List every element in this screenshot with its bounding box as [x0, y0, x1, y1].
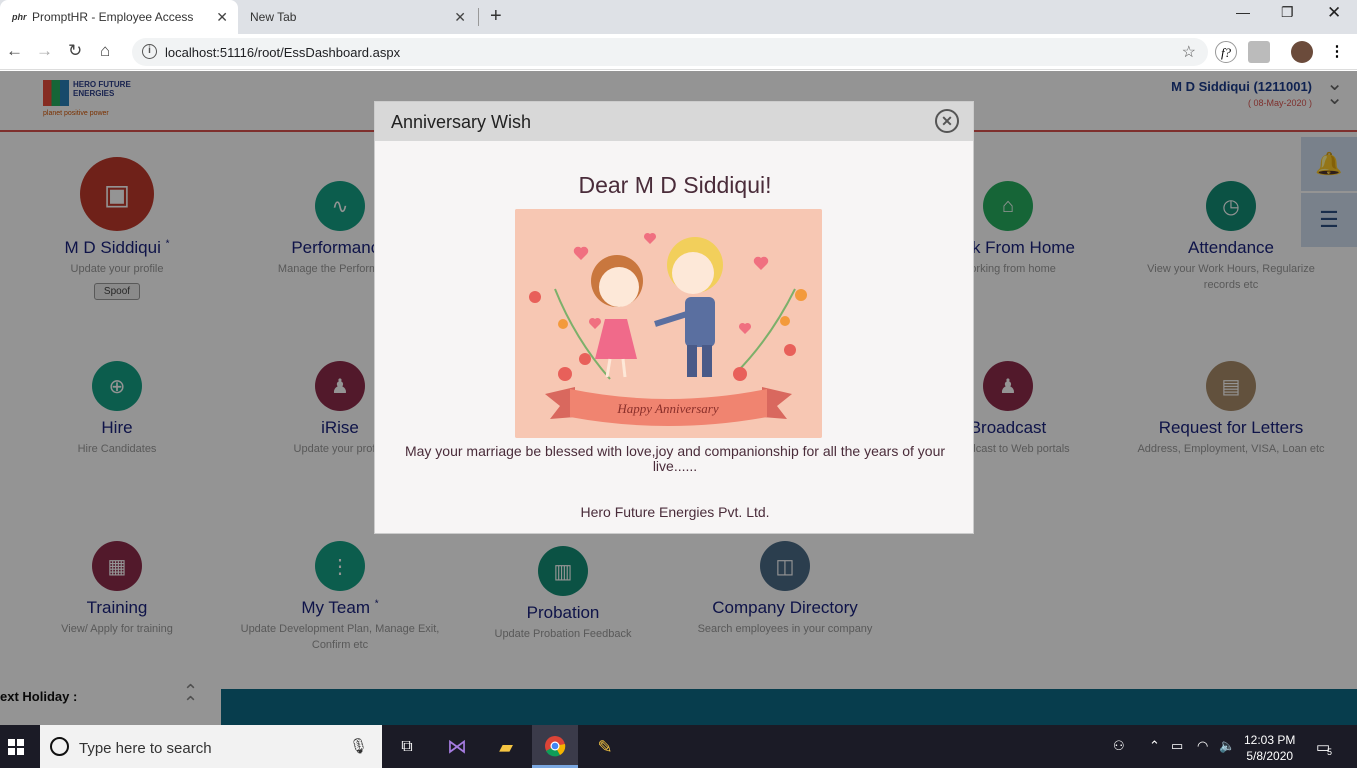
address-bar[interactable]: i localhost:51116/root/EssDashboard.aspx…: [132, 38, 1208, 66]
people-icon[interactable]: ⚇: [1113, 738, 1125, 754]
browser-toolbar: ← → ↻ ⌂ i localhost:51116/root/EssDashbo…: [0, 34, 1357, 70]
reload-icon[interactable]: ↻: [68, 41, 82, 61]
url-text: localhost:51116/root/EssDashboard.aspx: [165, 45, 401, 60]
favicon-icon: phr: [12, 12, 27, 22]
back-icon[interactable]: ←: [6, 41, 23, 61]
battery-icon[interactable]: ▭: [1171, 738, 1183, 754]
dashboard-page: HERO FUTURE ENERGIES planet positive pow…: [0, 71, 1357, 725]
minimize-icon[interactable]: —: [1236, 4, 1250, 20]
modal-header: Anniversary Wish ✕: [375, 102, 973, 141]
profile-avatar-icon[interactable]: [1291, 41, 1313, 63]
forward-icon[interactable]: →: [36, 41, 53, 61]
search-placeholder: Type here to search: [79, 740, 212, 757]
tab-label: New Tab: [250, 10, 297, 24]
chrome-icon[interactable]: [542, 735, 568, 759]
pinned-app-icon[interactable]: ✎: [592, 735, 618, 759]
notification-count: 5: [1327, 747, 1333, 757]
extension-icon[interactable]: [1248, 41, 1270, 63]
show-hidden-icons-icon[interactable]: ⌃: [1149, 738, 1160, 754]
clock-time: 12:03 PM: [1244, 733, 1296, 747]
browser-tab-bar: phr PromptHR - Employee Access ✕ New Tab…: [0, 0, 1357, 34]
windows-taskbar: Type here to search 🎙 ⧉ ⋈ ▰ ✎ ⚇ ⌃ ▭ ◠ 🔈 …: [0, 725, 1357, 768]
system-clock[interactable]: 12:03 PM 5/8/2020: [1244, 732, 1295, 764]
tab-prompthr[interactable]: phr PromptHR - Employee Access ✕: [0, 0, 238, 34]
wifi-icon[interactable]: ◠: [1197, 738, 1208, 754]
task-view-icon[interactable]: ⧉: [394, 735, 420, 759]
greeting-text: Dear M D Siddiqui!: [578, 172, 772, 198]
visual-studio-icon[interactable]: ⋈: [444, 735, 470, 759]
close-icon[interactable]: ✕: [935, 109, 959, 133]
taskbar-search-box[interactable]: Type here to search 🎙: [40, 725, 382, 768]
tab-label: PromptHR - Employee Access: [32, 10, 194, 24]
close-window-icon[interactable]: ✕: [1327, 3, 1341, 23]
bookmark-star-icon[interactable]: ☆: [1182, 42, 1196, 62]
maximize-icon[interactable]: ❐: [1281, 4, 1294, 21]
close-tab-icon[interactable]: ✕: [454, 9, 466, 26]
clock-date: 5/8/2020: [1246, 749, 1294, 763]
anniversary-modal: Anniversary Wish ✕ Dear M D Siddiqui! Ha…: [374, 101, 974, 534]
tab-new-tab[interactable]: New Tab ✕: [240, 0, 476, 34]
cortana-icon: [50, 737, 69, 756]
company-signature: Hero Future Energies Pvt. Ltd.: [580, 504, 770, 520]
home-icon[interactable]: ⌂: [100, 41, 110, 61]
info-icon[interactable]: i: [142, 44, 157, 59]
couple-illustration: Happy Anniversary: [515, 209, 822, 438]
microphone-icon[interactable]: 🎙: [349, 737, 368, 755]
close-tab-icon[interactable]: ✕: [216, 9, 228, 26]
modal-title: Anniversary Wish: [391, 112, 532, 132]
file-explorer-icon[interactable]: ▰: [493, 735, 519, 759]
anniversary-card-image: Happy Anniversary: [515, 209, 822, 438]
wish-message: May your marriage be blessed with love,j…: [404, 443, 946, 474]
card-banner-text: Happy Anniversary: [616, 401, 718, 416]
formula-extension-icon[interactable]: f?: [1215, 41, 1237, 63]
tab-separator: [478, 8, 479, 26]
menu-kebab-icon[interactable]: ⋮: [1326, 41, 1348, 63]
windows-start-icon[interactable]: [8, 739, 24, 755]
volume-icon[interactable]: 🔈: [1219, 738, 1235, 754]
new-tab-icon[interactable]: +: [490, 5, 502, 28]
